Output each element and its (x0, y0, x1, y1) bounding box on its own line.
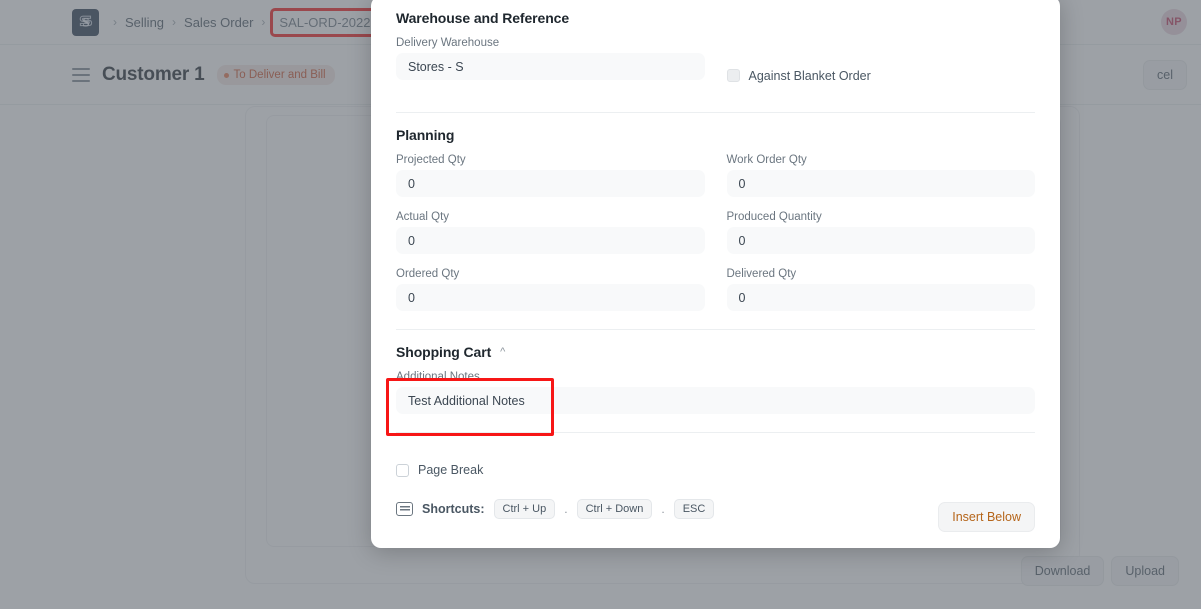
field-ordered-qty: Ordered Qty 0 (396, 268, 705, 311)
field-produced-quantity: Produced Quantity 0 (726, 211, 1035, 254)
checkbox-label-against-blanket-order: Against Blanket Order (748, 68, 871, 83)
input-ordered-qty[interactable]: 0 (396, 284, 705, 311)
field-label-ordered-qty: Ordered Qty (396, 268, 460, 280)
field-actual-qty: Actual Qty 0 (396, 211, 705, 254)
field-additional-notes: Additional Notes Test Additional Notes (396, 371, 1035, 414)
shortcut-key-ctrl-up: Ctrl + Up (493, 499, 556, 519)
keyboard-icon (396, 502, 413, 516)
section-title-planning: Planning (396, 127, 455, 143)
section-title-shopping-cart[interactable]: Shopping Cart ^ (396, 344, 1035, 360)
planning-fields-grid: Projected Qty 0 Actual Qty 0 Ordered Qty… (396, 154, 1035, 311)
section-title-shopping-cart-label: Shopping Cart (396, 344, 492, 360)
input-produced-quantity[interactable]: 0 (726, 227, 1035, 254)
field-label-work-order-qty: Work Order Qty (726, 154, 807, 166)
shortcut-key-esc: ESC (673, 499, 715, 519)
insert-below-button[interactable]: Insert Below (938, 502, 1035, 532)
field-work-order-qty: Work Order Qty 0 (726, 154, 1035, 197)
input-actual-qty[interactable]: 0 (396, 227, 705, 254)
planning-right-column: Work Order Qty 0 Produced Quantity 0 Del… (726, 154, 1035, 311)
shortcuts-label: Shortcuts: (422, 502, 485, 516)
checkbox-label-page-break: Page Break (418, 463, 484, 477)
field-label-delivery-warehouse: Delivery Warehouse (396, 37, 500, 49)
field-projected-qty: Projected Qty 0 (396, 154, 705, 197)
shortcut-separator-0: . (564, 502, 568, 516)
field-against-blanket-order[interactable]: Against Blanket Order (726, 37, 1036, 94)
checkbox-against-blanket-order[interactable] (726, 69, 740, 82)
dialog-body: Warehouse and Reference Delivery Warehou… (371, 0, 1060, 548)
field-page-break[interactable]: Page Break (396, 447, 1035, 477)
field-label-actual-qty: Actual Qty (396, 211, 450, 223)
grid-row-detail-dialog: Warehouse and Reference Delivery Warehou… (371, 0, 1060, 548)
field-label-delivered-qty: Delivered Qty (726, 268, 797, 280)
section-warehouse-and-reference: Warehouse and Reference Delivery Warehou… (396, 0, 1035, 112)
planning-left-column: Projected Qty 0 Actual Qty 0 Ordered Qty… (396, 154, 705, 311)
section-title-warehouse: Warehouse and Reference (396, 10, 570, 26)
input-additional-notes[interactable]: Test Additional Notes (396, 387, 1035, 414)
chevron-up-icon[interactable]: ^ (500, 346, 505, 358)
input-work-order-qty[interactable]: 0 (726, 170, 1035, 197)
shortcut-separator-1: . (661, 502, 665, 516)
field-label-projected-qty: Projected Qty (396, 154, 466, 166)
input-delivered-qty[interactable]: 0 (726, 284, 1035, 311)
input-projected-qty[interactable]: 0 (396, 170, 705, 197)
section-shopping-cart: Shopping Cart ^ Additional Notes Test Ad… (396, 329, 1035, 432)
section-planning: Planning Projected Qty 0 Actual Qty 0 Or… (396, 112, 1035, 329)
input-delivery-warehouse[interactable]: Stores - S (396, 53, 705, 80)
field-delivery-warehouse: Delivery Warehouse Stores - S (396, 37, 705, 80)
section-dialog-footer: Page Break Shortcuts: Ctrl + Up . Ctrl +… (396, 432, 1035, 548)
warehouse-fields-grid: Delivery Warehouse Stores - S Against Bl… (396, 37, 1035, 94)
field-delivered-qty: Delivered Qty 0 (726, 268, 1035, 311)
checkbox-page-break[interactable] (396, 463, 409, 477)
shortcut-key-ctrl-down: Ctrl + Down (576, 499, 653, 519)
field-label-produced-quantity: Produced Quantity (726, 211, 822, 223)
field-label-additional-notes: Additional Notes (396, 371, 480, 383)
